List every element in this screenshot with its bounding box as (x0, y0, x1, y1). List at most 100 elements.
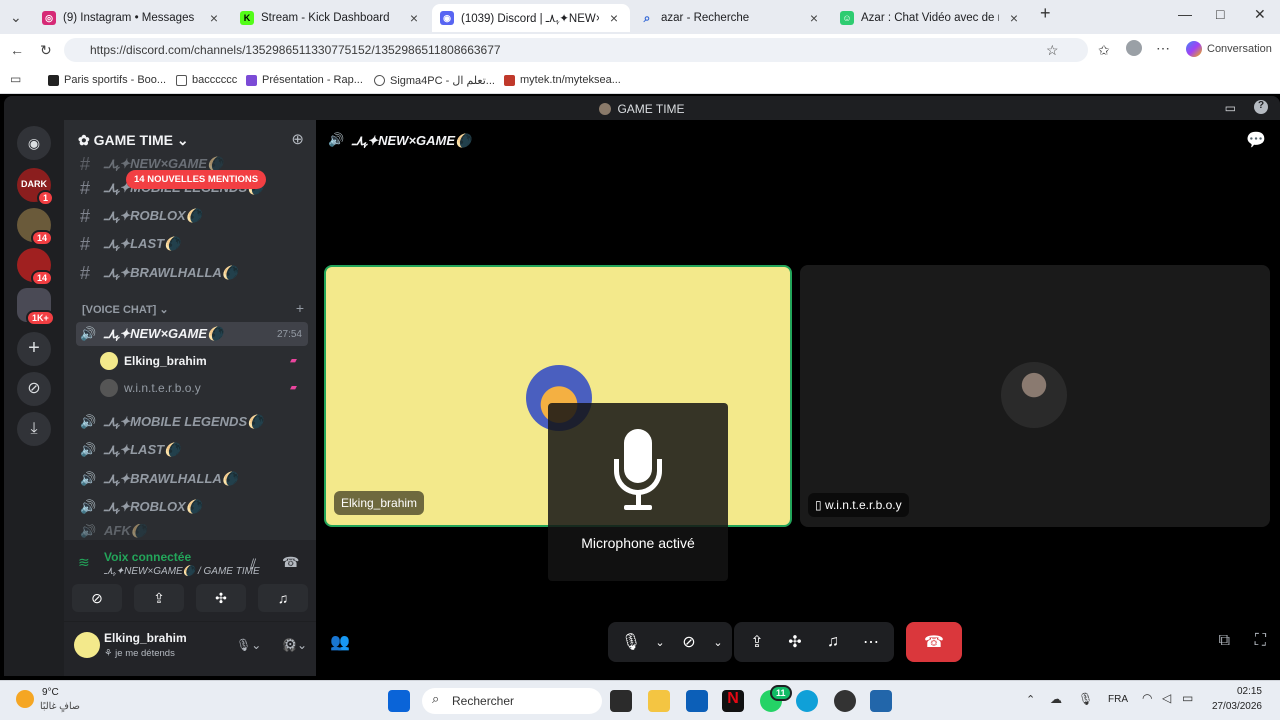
edge-icon[interactable] (796, 690, 818, 712)
reload-icon[interactable]: ↻ (40, 42, 52, 59)
voice-user[interactable]: w.i.n.t.e.r.b.o.y (100, 376, 201, 400)
invite-icon[interactable]: ⊕ (291, 130, 304, 148)
camera-off-icon[interactable]: ⊘ (672, 632, 706, 652)
netflix-icon[interactable]: N (722, 690, 744, 712)
close-window-icon[interactable]: ✕ (1254, 6, 1266, 23)
channel-item[interactable]: # ﮩ٨ـ✦BRAWLHALLA🌘 (76, 261, 308, 285)
bookmark-item[interactable]: mytek.tn/myteksea... (504, 74, 621, 86)
tab-instagram[interactable]: ◎ (9) Instagram • Messages × (34, 4, 230, 32)
voice-user[interactable]: Elking_brahim (100, 349, 207, 373)
create-channel-icon[interactable]: + (296, 300, 304, 316)
microphone-icon[interactable]: 🎙 (614, 632, 648, 652)
add-server-icon[interactable]: + (17, 332, 51, 366)
conversation-button[interactable]: Conversation (1186, 41, 1272, 57)
back-icon[interactable]: ← (10, 42, 24, 58)
tab-discord[interactable]: ◉ (1039) Discord | ﮩ٨ـ✦NEW×GAME🌘 × (432, 4, 630, 32)
screenshare-button[interactable]: ⇪ (134, 584, 184, 612)
download-icon[interactable]: ⤓ (17, 412, 51, 446)
tab-search-icon[interactable]: ⌄ (10, 9, 22, 26)
profile-avatar[interactable] (1126, 40, 1142, 56)
invite-user-icon[interactable]: 👥 (330, 632, 350, 652)
chrome-icon[interactable] (834, 690, 856, 712)
voice-channel-item[interactable]: 🔊 ﮩ٨ـ✦ROBLOX🌘 (76, 495, 308, 519)
hangup-button[interactable]: ☎ (906, 622, 962, 662)
clock-date[interactable]: 27/03/2026 (1202, 701, 1262, 712)
store-icon[interactable] (686, 690, 708, 712)
chevron-up-icon[interactable]: ⌃ (1026, 693, 1035, 706)
voice-category[interactable]: [VOICE CHAT] ⌄ (82, 303, 169, 316)
noise-suppression-icon[interactable]: ⫽ (250, 556, 256, 573)
favorites-icon[interactable]: ✩ (1098, 42, 1110, 59)
soundboard-button[interactable]: ♫ (258, 584, 308, 612)
activities-icon[interactable]: ✣ (778, 632, 812, 652)
activities-button[interactable]: ✣ (196, 584, 246, 612)
bookmark-item[interactable]: Présentation - Rap... (246, 74, 363, 86)
actions-control[interactable]: ⇪ ✣ ♫ ⋯ (734, 622, 894, 662)
channel-name: ﮩ٨ـ✦ROBLOX🌘 (104, 499, 202, 514)
star-icon[interactable]: ☆ (1046, 42, 1059, 59)
discord-home-icon[interactable]: ◉ (17, 126, 51, 160)
avatar[interactable] (74, 632, 100, 658)
windows-start-icon[interactable] (388, 690, 410, 712)
menu-icon[interactable]: ⋯ (1156, 40, 1170, 57)
chevron-down-icon[interactable]: ⌄ (652, 636, 668, 649)
more-icon[interactable]: ⋯ (854, 632, 888, 652)
volume-icon[interactable]: ◁ (1162, 691, 1171, 705)
close-icon[interactable]: × (406, 10, 422, 26)
voice-channel-item[interactable]: 🔊 ﮩ٨ـ✦MOBILE LEGENDS🌘 (76, 410, 308, 434)
maximize-icon[interactable]: □ (1216, 6, 1224, 22)
inbox-icon[interactable]: ▭ (1225, 101, 1236, 115)
signal-icon[interactable]: ≋ (78, 554, 90, 571)
soundboard-icon[interactable]: ♫ (816, 633, 850, 651)
channel-item[interactable]: # ﮩ٨ـ✦LAST🌘 (76, 232, 308, 256)
help-icon[interactable]: ? (1254, 100, 1268, 114)
battery-icon[interactable]: ▭ (1182, 691, 1193, 705)
cloud-icon[interactable]: ☁ (1050, 692, 1062, 706)
voice-channel-item[interactable]: 🔊 ﮩ٨ـ✦BRAWLHALLA🌘 (76, 467, 308, 491)
new-tab-button[interactable]: + (1040, 3, 1051, 24)
taskbar-search[interactable]: Rechercher (422, 688, 602, 714)
close-icon[interactable]: × (606, 10, 622, 26)
discover-icon[interactable]: ⊘ (17, 372, 51, 406)
url-field[interactable]: https://discord.com/channels/13529865113… (64, 38, 1088, 62)
chevron-down-icon[interactable]: ⌄ (710, 636, 726, 649)
voice-channel-item[interactable]: 🔊 AFK🌘 (76, 524, 308, 538)
disconnect-icon[interactable]: ☎ (282, 554, 299, 571)
chat-icon[interactable]: 💬 (1246, 130, 1266, 150)
microphone-icon[interactable]: 🎙⌄ (236, 638, 261, 652)
active-voice-channel[interactable]: 🔊 ﮩ٨ـ✦NEW×GAME🌘 27:54 (76, 322, 308, 346)
close-icon[interactable]: × (1006, 10, 1022, 26)
channel-item[interactable]: # ﮩ٨ـ✦ROBLOX🌘 (76, 204, 308, 228)
bookmark-item[interactable]: Paris sportifs - Boo... (48, 74, 166, 86)
task-view-icon[interactable] (610, 690, 632, 712)
fullscreen-icon[interactable]: ⛶ (1255, 632, 1266, 650)
tab-azar[interactable]: ☺ Azar : Chat Vidéo avec de nou... × (832, 4, 1030, 32)
microphone-tray-icon[interactable]: 🎙 (1078, 692, 1093, 706)
screenshare-icon[interactable]: ⇪ (740, 632, 774, 652)
camera-button[interactable]: ⊘ (72, 584, 122, 612)
notepad-icon[interactable] (870, 690, 892, 712)
voice-location[interactable]: ﮩ٨ـ✦NEW×GAME🌘 / GAME TIME (104, 566, 260, 577)
bookmark-item[interactable]: bacccccc (176, 74, 237, 86)
weather-icon[interactable] (16, 690, 34, 708)
video-tile-winterboy[interactable]: ▯ w.i.n.t.e.r.b.o.y (800, 265, 1270, 527)
clock-time[interactable]: 02:15 (1212, 686, 1262, 697)
mentions-banner[interactable]: 14 NOUVELLES MENTIONS (126, 170, 267, 189)
popout-icon[interactable]: ⧉ (1219, 632, 1230, 650)
voice-channel-item[interactable]: 🔊 ﮩ٨ـ✦LAST🌘 (76, 438, 308, 462)
tab-kick[interactable]: K Stream - Kick Dashboard × (232, 4, 430, 32)
language-indicator[interactable]: FRA (1108, 694, 1128, 705)
gear-icon[interactable]: ⚙ (284, 636, 297, 653)
tab-search[interactable]: ⌕ azar - Recherche × (632, 4, 830, 32)
close-icon[interactable]: × (806, 10, 822, 26)
channel-name: ﮩ٨ـ✦LAST🌘 (104, 442, 181, 457)
mic-control[interactable]: 🎙 ⌄ ⊘ ⌄ (608, 622, 732, 662)
server-header[interactable]: ✿ GAME TIME ⌄ (78, 132, 189, 149)
close-icon[interactable]: × (206, 10, 222, 26)
reading-list-icon[interactable]: ▭ (10, 72, 21, 86)
weather-temp[interactable]: 9°C (42, 687, 59, 698)
wifi-icon[interactable]: ◠ (1142, 691, 1152, 705)
minimize-icon[interactable]: — (1178, 6, 1192, 22)
bookmark-item[interactable]: Sigma4PC - تعلم ال... (374, 74, 495, 87)
file-explorer-icon[interactable] (648, 690, 670, 712)
